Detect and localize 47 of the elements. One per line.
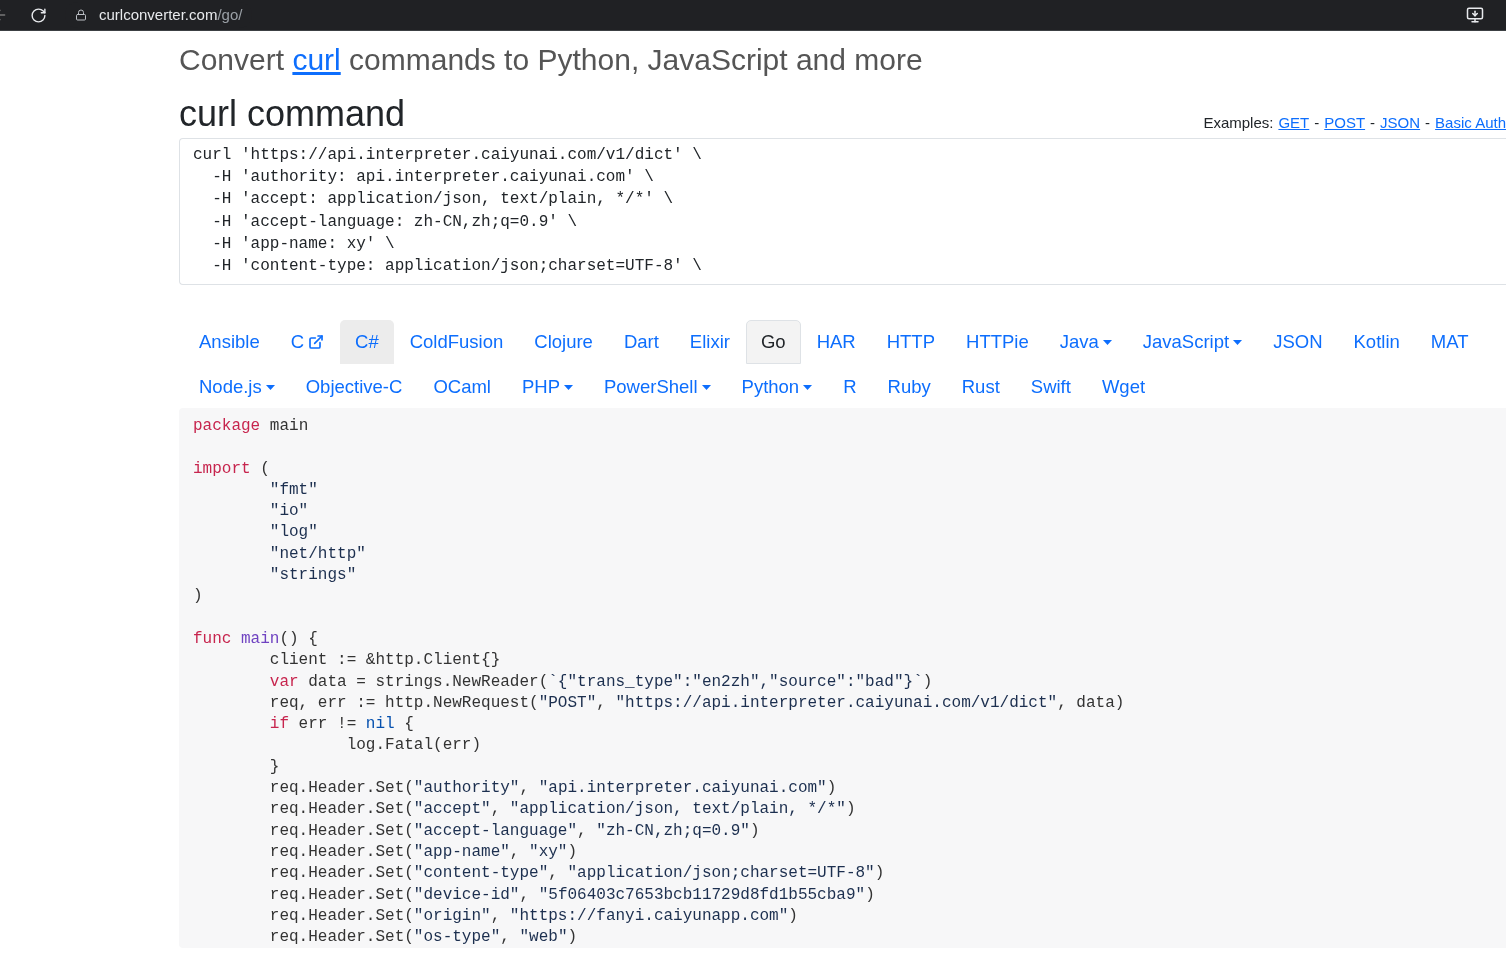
language-tab[interactable]: Go bbox=[745, 320, 801, 364]
code-line: var data = strings.NewReader(`{"trans_type":"en2zh","source":"bad"}`) bbox=[268, 671, 933, 693]
code-line: req.Header.Set("content-type", "application/json;charset=UTF-8") bbox=[268, 863, 885, 885]
code-line: if err != nil { bbox=[268, 714, 414, 736]
code-line: "fmt" bbox=[268, 479, 318, 501]
separator: - bbox=[1370, 112, 1376, 133]
code-line: req.Header.Set("accept", "application/json, text/plain, */*") bbox=[268, 799, 856, 821]
example-link[interactable]: Basic Auth bbox=[1435, 111, 1506, 134]
code-line: func main() { bbox=[193, 628, 318, 650]
page-headline: Convert curl commands to Python, JavaScript and more bbox=[179, 42, 924, 78]
code-line: req, err := http.NewRequest("POST", "https://api.interpreter.caiyunai.com/v1/dict", data) bbox=[268, 692, 1125, 714]
curl-line: curl 'https://api.interpreter.caiyunai.com/v1/dict' \ bbox=[193, 145, 702, 166]
example-link[interactable]: JSON bbox=[1380, 111, 1421, 134]
code-line: req.Header.Set("authority", "api.interpreter.caiyunai.com") bbox=[268, 778, 837, 800]
example-link[interactable]: POST bbox=[1324, 111, 1366, 134]
curl-line: -H 'authority: api.interpreter.caiyunai.com' \ bbox=[211, 167, 654, 189]
example-link[interactable]: GET bbox=[1278, 111, 1310, 134]
code-line: log.Fatal(err) bbox=[345, 735, 482, 757]
code-line: "strings" bbox=[268, 565, 357, 587]
separator: - bbox=[1425, 112, 1431, 133]
code-line: "io" bbox=[268, 501, 309, 523]
lock-icon bbox=[75, 9, 87, 21]
separator: - bbox=[1314, 112, 1320, 133]
section-title: curl command bbox=[179, 92, 406, 136]
url-text: curlconverter.com/go/ bbox=[99, 4, 243, 25]
curl-line: -H 'app-name: xy' \ bbox=[211, 233, 395, 255]
language-tab[interactable]: C# bbox=[340, 320, 394, 364]
code-line: import ( bbox=[193, 458, 270, 480]
code-line: req.Header.Set("accept-language", "zh-CN,zh;q=0.9") bbox=[268, 820, 760, 842]
curl-link[interactable]: curl bbox=[292, 43, 341, 76]
code-line: req.Header.Set("device-id", "5f06403c7653bcb11729d8fd1b55cba9") bbox=[268, 884, 875, 906]
curl-line: -H 'accept-language: zh-CN,zh;q=0.9' \ bbox=[211, 211, 578, 233]
code-line: ) bbox=[193, 586, 203, 608]
code-line: "log" bbox=[268, 522, 318, 544]
install-icon[interactable] bbox=[1466, 6, 1484, 24]
curl-input[interactable] bbox=[179, 138, 1506, 285]
examples-label: Examples: bbox=[1203, 112, 1274, 133]
reload-icon[interactable] bbox=[30, 6, 47, 24]
code-line: req.Header.Set("os-type", "web") bbox=[268, 927, 578, 949]
curl-line: -H 'accept: application/json, text/plain, */*' \ bbox=[211, 189, 674, 211]
code-line: client := &http.Client{} bbox=[268, 650, 501, 672]
code-line: req.Header.Set("origin", "https://fanyi.caiyunapp.com") bbox=[268, 905, 798, 927]
code-line: } bbox=[268, 756, 280, 778]
code-line: package main bbox=[193, 416, 309, 437]
curl-line: -H 'content-type: application/json;charset=UTF-8' \ bbox=[211, 256, 702, 277]
code-line: req.Header.Set("app-name", "xy") bbox=[268, 841, 578, 863]
code-line: "net/http" bbox=[268, 543, 366, 565]
